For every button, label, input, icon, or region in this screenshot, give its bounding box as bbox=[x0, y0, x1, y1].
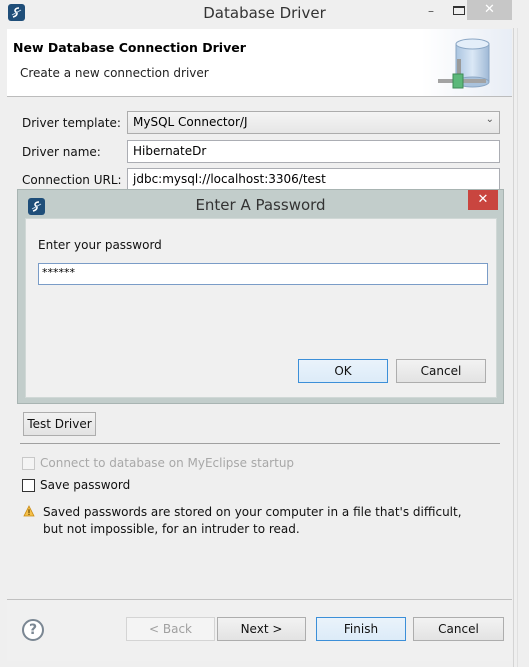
help-icon[interactable]: ? bbox=[22, 619, 44, 641]
connect-on-startup-checkbox[interactable] bbox=[22, 457, 35, 470]
separator bbox=[20, 443, 500, 444]
wizard-title: New Database Connection Driver bbox=[13, 40, 246, 55]
test-driver-button[interactable]: Test Driver bbox=[23, 412, 96, 436]
dialog-body: Enter your password ****** OK Cancel bbox=[25, 218, 497, 398]
enter-password-dialog: Enter A Password ✕ Enter your password *… bbox=[17, 189, 504, 404]
window-border bbox=[513, 28, 514, 667]
warning-icon bbox=[23, 505, 35, 517]
back-button[interactable]: < Back bbox=[126, 617, 215, 641]
save-password-checkbox[interactable] bbox=[22, 479, 35, 492]
driver-template-select[interactable]: MySQL Connector/J ⌄ bbox=[127, 111, 500, 134]
cancel-button[interactable]: Cancel bbox=[413, 617, 504, 641]
database-driver-window: Database Driver – ✕ New Database Connect… bbox=[0, 0, 529, 667]
chevron-down-icon: ⌄ bbox=[485, 114, 494, 125]
next-button[interactable]: Next > bbox=[217, 617, 306, 641]
dialog-title: Enter A Password bbox=[195, 196, 326, 214]
password-prompt: Enter your password bbox=[38, 238, 162, 252]
finish-button[interactable]: Finish bbox=[316, 617, 406, 641]
window-border bbox=[517, 28, 518, 667]
save-password-label: Save password bbox=[40, 478, 131, 492]
connection-url-label: Connection URL: bbox=[22, 173, 122, 187]
driver-name-label: Driver name: bbox=[22, 145, 101, 159]
minimize-button[interactable]: – bbox=[418, 2, 444, 22]
dialog-cancel-button[interactable]: Cancel bbox=[396, 359, 486, 383]
dialog-close-button[interactable]: ✕ bbox=[468, 190, 498, 210]
warning-message: Saved passwords are stored on your compu… bbox=[43, 505, 462, 536]
connection-url-input[interactable]: jdbc:mysql://localhost:3306/test bbox=[127, 168, 500, 191]
connect-on-startup-label: Connect to database on MyEclipse startup bbox=[40, 456, 295, 470]
wizard-subtitle: Create a new connection driver bbox=[20, 66, 209, 80]
password-input[interactable]: ****** bbox=[38, 263, 488, 285]
driver-template-value: MySQL Connector/J bbox=[133, 115, 248, 129]
driver-template-label: Driver template: bbox=[22, 116, 121, 130]
ok-button[interactable]: OK bbox=[298, 359, 388, 383]
database-connection-icon bbox=[438, 38, 490, 89]
driver-name-input[interactable]: HibernateDr bbox=[127, 140, 500, 163]
title-bar: Database Driver – ✕ bbox=[0, 0, 529, 28]
maximize-icon bbox=[453, 6, 465, 15]
wizard-banner: New Database Connection Driver Create a … bbox=[7, 29, 512, 97]
close-button[interactable]: ✕ bbox=[467, 0, 512, 20]
